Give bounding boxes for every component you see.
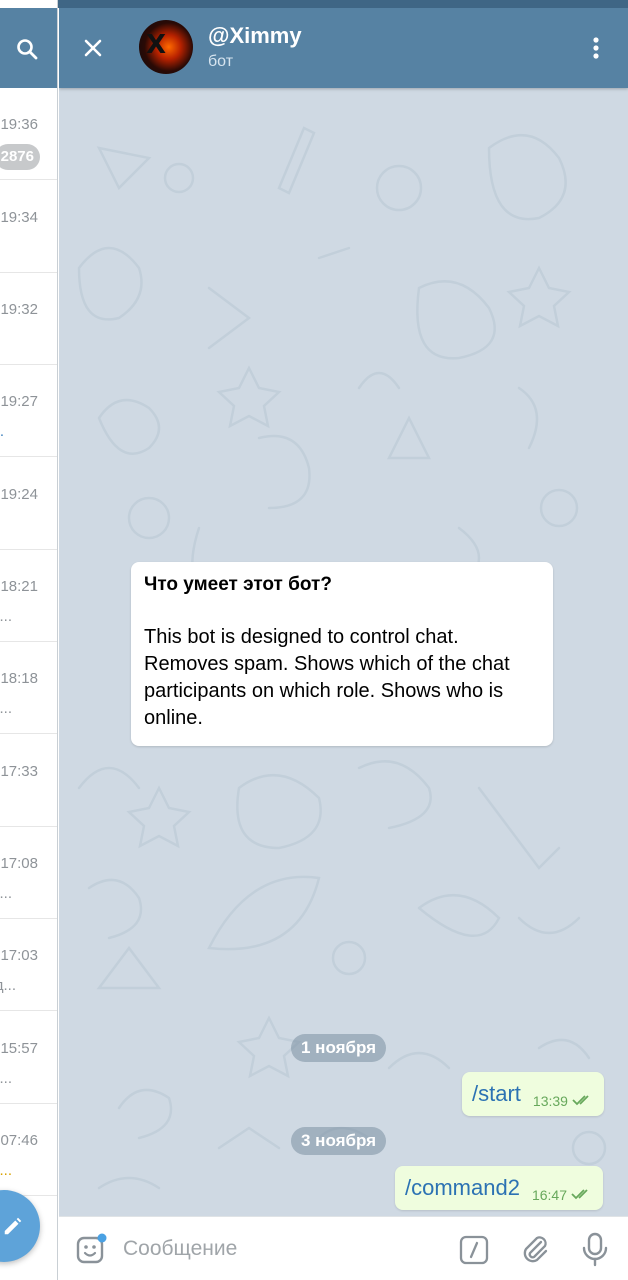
date-separator: 3 ноября: [291, 1127, 387, 1155]
chat-list-item-preview: ...: [0, 1162, 12, 1179]
chat-list-item[interactable]: 07:46 ...: [0, 1104, 57, 1196]
chat-list-item-preview: ...: [0, 1070, 12, 1087]
chat-list-item-preview: ...: [0, 700, 12, 717]
chat-list-item-time: 17:08: [0, 855, 38, 872]
avatar-x-mark: X: [146, 30, 167, 60]
message-text[interactable]: /start: [472, 1081, 521, 1107]
chat-list-item[interactable]: 17:08 ...: [0, 827, 57, 919]
chat-list-item-time: 17:03: [0, 947, 38, 964]
more-vertical-icon: [593, 37, 599, 59]
chat-list-item[interactable]: 17:33: [0, 735, 57, 827]
microphone-icon[interactable]: [579, 1231, 611, 1267]
outgoing-message[interactable]: /command2 16:47: [395, 1166, 603, 1210]
chat-list-item-time: 17:33: [0, 763, 38, 780]
close-icon: [84, 39, 102, 57]
double-check-icon: [572, 1095, 589, 1106]
chat-list-item[interactable]: 18:21 ...: [0, 550, 57, 642]
chat-list-panel: 19:36 2876 19:34 19:32 19:27 . 19:24 18:…: [0, 0, 58, 1280]
chat-list-item-time: 07:46: [0, 1132, 38, 1149]
chat-title[interactable]: @Ximmy: [208, 23, 302, 49]
chat-list-item-time: 19:34: [0, 209, 38, 226]
bot-info-card: Что умеет этот бот? This bot is designed…: [131, 562, 553, 746]
outgoing-message[interactable]: /start 13:39: [462, 1072, 604, 1116]
chat-list-header: [0, 8, 57, 88]
chat-subtitle: бот: [208, 53, 234, 70]
bot-info-description: This bot is designed to control chat. Re…: [144, 626, 510, 729]
chat-panel: X @Ximmy бот Что умеет этот бот? This bo…: [59, 8, 628, 1280]
date-separator: 1 ноября: [291, 1034, 387, 1062]
message-time: 16:47: [531, 1187, 567, 1203]
chat-list-item-time: 15:57: [0, 1040, 38, 1057]
sticker-emoji-icon[interactable]: [75, 1233, 107, 1265]
more-menu-button[interactable]: [578, 30, 614, 66]
chat-list-item-time: 19:27: [0, 393, 38, 410]
chat-list-item[interactable]: 19:32: [0, 273, 57, 365]
close-button[interactable]: [73, 28, 113, 68]
bot-info-title: Что умеет этот бот?: [144, 574, 332, 595]
chat-list-item-time: 19:24: [0, 486, 38, 503]
chat-list-item[interactable]: 19:24: [0, 458, 57, 550]
chat-list-item-time: 19:36: [0, 116, 38, 133]
chat-list-item[interactable]: 18:18 ...: [0, 642, 57, 734]
chat-header: X @Ximmy бот: [59, 8, 628, 88]
message-input[interactable]: [123, 1231, 423, 1267]
search-icon: [17, 39, 38, 60]
chat-list-item-preview: ...: [0, 608, 12, 625]
avatar[interactable]: X: [139, 20, 193, 74]
paperclip-icon[interactable]: [519, 1233, 551, 1265]
chat-list-item-time: 19:32: [0, 301, 38, 318]
chat-list-item[interactable]: 17:03 д...: [0, 919, 57, 1011]
chat-list-item[interactable]: 19:27 .: [0, 365, 57, 457]
message-time: 13:39: [532, 1093, 568, 1109]
message-text[interactable]: /command2: [405, 1175, 520, 1201]
compose-button[interactable]: [0, 1190, 40, 1262]
message-composer: [59, 1216, 628, 1280]
chat-list-item[interactable]: 15:57 ...: [0, 1012, 57, 1104]
search-button[interactable]: [8, 30, 46, 68]
double-check-icon: [571, 1189, 588, 1200]
chat-background: Что умеет этот бот? This bot is designed…: [59, 88, 628, 1216]
pencil-icon: [4, 1217, 22, 1235]
chat-list-item-preview: .: [0, 423, 4, 440]
status-bar: [0, 0, 628, 8]
chat-list-item[interactable]: 19:34: [0, 181, 57, 273]
chat-list-item-time: 18:21: [0, 578, 38, 595]
chat-list-item-preview: д...: [0, 977, 16, 994]
chat-list-item[interactable]: 19:36 2876: [0, 88, 57, 180]
chat-list-item-preview: ...: [0, 885, 12, 902]
chat-list-item-time: 18:18: [0, 670, 38, 687]
bot-commands-icon[interactable]: [459, 1235, 489, 1265]
unread-badge: 2876: [0, 144, 40, 170]
